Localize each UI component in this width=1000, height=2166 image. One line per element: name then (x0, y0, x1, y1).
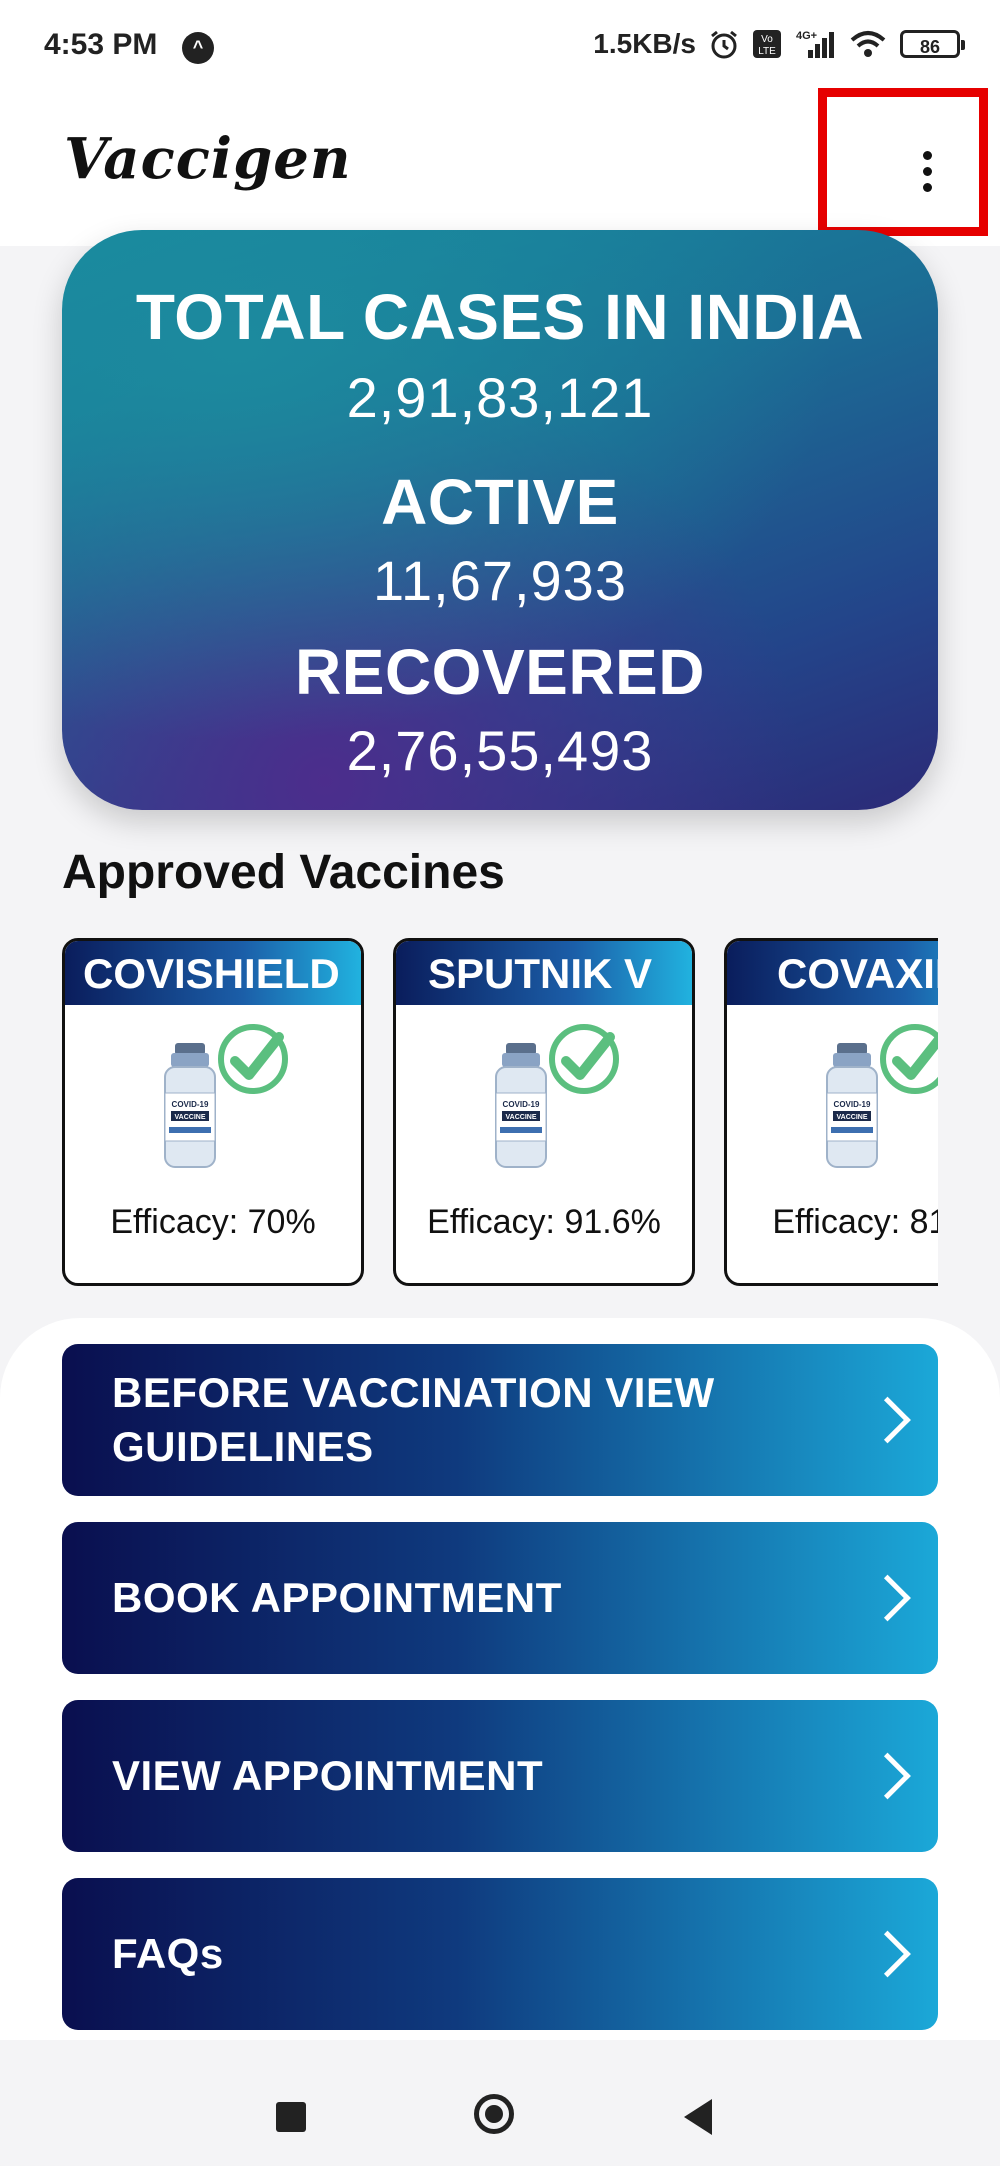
guidelines-button-label: BEFORE VACCINATION VIEW GUIDELINES (112, 1369, 715, 1470)
recovered-label: RECOVERED (295, 636, 705, 708)
vaccine-card-sputnik-v[interactable]: SPUTNIK V COVID-19 VACCINE Efficacy: 91.… (393, 938, 695, 1286)
vaccine-efficacy: Efficacy: 70% (110, 1203, 316, 1241)
view-appointment-button[interactable]: VIEW APPOINTMENT (62, 1700, 938, 1852)
total-cases-value: 2,91,83,121 (346, 366, 654, 429)
svg-text:VACCINE: VACCINE (506, 1114, 537, 1121)
vaccine-efficacy: Efficacy: 91.6% (427, 1203, 661, 1241)
view-appointment-label: VIEW APPOINTMENT (112, 1752, 544, 1799)
signal-4g-icon: 4G+ (796, 30, 834, 58)
battery-icon: 86 (900, 30, 965, 58)
faqs-button[interactable]: FAQs (62, 1878, 938, 2030)
svg-text:LTE: LTE (758, 46, 776, 57)
net-speed: 1.5KB/s (593, 28, 696, 59)
active-value: 11,67,933 (373, 549, 627, 612)
vaccine-card-covaxin[interactable]: COVAXIN COVID-19 VACCINE Efficacy: 81% (724, 938, 938, 1286)
book-appointment-button[interactable]: BOOK APPOINTMENT (62, 1522, 938, 1674)
svg-text:4G+: 4G+ (796, 30, 817, 42)
book-appointment-label: BOOK APPOINTMENT (112, 1574, 562, 1621)
svg-text:COVID-19: COVID-19 (503, 1100, 540, 1109)
vaccine-name: SPUTNIK V (396, 941, 692, 1005)
vaccine-name: COVISHIELD (65, 941, 361, 1005)
chevron-right-icon (864, 1930, 911, 1978)
active-label: ACTIVE (381, 466, 619, 538)
svg-text:VACCINE: VACCINE (175, 1114, 206, 1121)
faqs-label: FAQs (112, 1930, 224, 1977)
status-time: 4:53 PM (44, 28, 158, 61)
volte-icon: Vo LTE (753, 30, 781, 58)
vaccine-efficacy: Efficacy: 81% (772, 1203, 938, 1241)
system-nav-bar (0, 2046, 1000, 2166)
vaccine-name: COVAXIN (727, 941, 938, 1005)
app-title: Vaccigen (64, 126, 352, 192)
recents-icon[interactable] (276, 2102, 306, 2132)
back-icon[interactable] (684, 2099, 712, 2135)
more-vert-icon[interactable] (902, 136, 952, 206)
app-bar: Vaccigen (0, 88, 1000, 246)
home-icon[interactable] (474, 2094, 514, 2134)
vaccine-carousel[interactable]: COVISHIELD COVID-19 VACCINE Efficacy: 70… (62, 938, 938, 1290)
svg-text:COVID-19: COVID-19 (172, 1100, 209, 1109)
chevron-right-icon (864, 1396, 911, 1444)
alarm-icon (711, 30, 737, 59)
status-icons: 1.5KB/s Vo LTE 4G+ 86 (593, 28, 965, 60)
svg-text:Vo: Vo (761, 34, 773, 45)
vaccine-vial-check-icon: COVID-19 VACCINE (164, 1024, 288, 1168)
status-bar: 4:53 PM ^ 1.5KB/s Vo LTE 4G+ 86 (0, 0, 1000, 96)
vaccine-vial-check-icon: COVID-19 VACCINE (495, 1024, 619, 1168)
chevron-right-icon (864, 1574, 911, 1622)
app-a-icon: ^ (182, 32, 214, 64)
total-cases-label: TOTAL CASES IN INDIA (135, 281, 865, 353)
svg-text:COVID-19: COVID-19 (834, 1100, 871, 1109)
covid-stats-card: TOTAL CASES IN INDIA 2,91,83,121 ACTIVE … (62, 230, 938, 810)
svg-text:VACCINE: VACCINE (837, 1114, 868, 1121)
approved-vaccines-title: Approved Vaccines (62, 846, 505, 899)
vaccine-card-covishield[interactable]: COVISHIELD COVID-19 VACCINE Efficacy: 70… (62, 938, 364, 1286)
wifi-icon (850, 31, 886, 57)
guidelines-button[interactable]: BEFORE VACCINATION VIEW GUIDELINES (62, 1344, 938, 1496)
actions-panel: BEFORE VACCINATION VIEW GUIDELINES BOOK … (0, 1318, 1000, 2040)
vaccine-vial-check-icon: COVID-19 VACCINE (826, 1024, 938, 1168)
recovered-value: 2,76,55,493 (346, 719, 654, 782)
chevron-right-icon (864, 1752, 911, 1800)
